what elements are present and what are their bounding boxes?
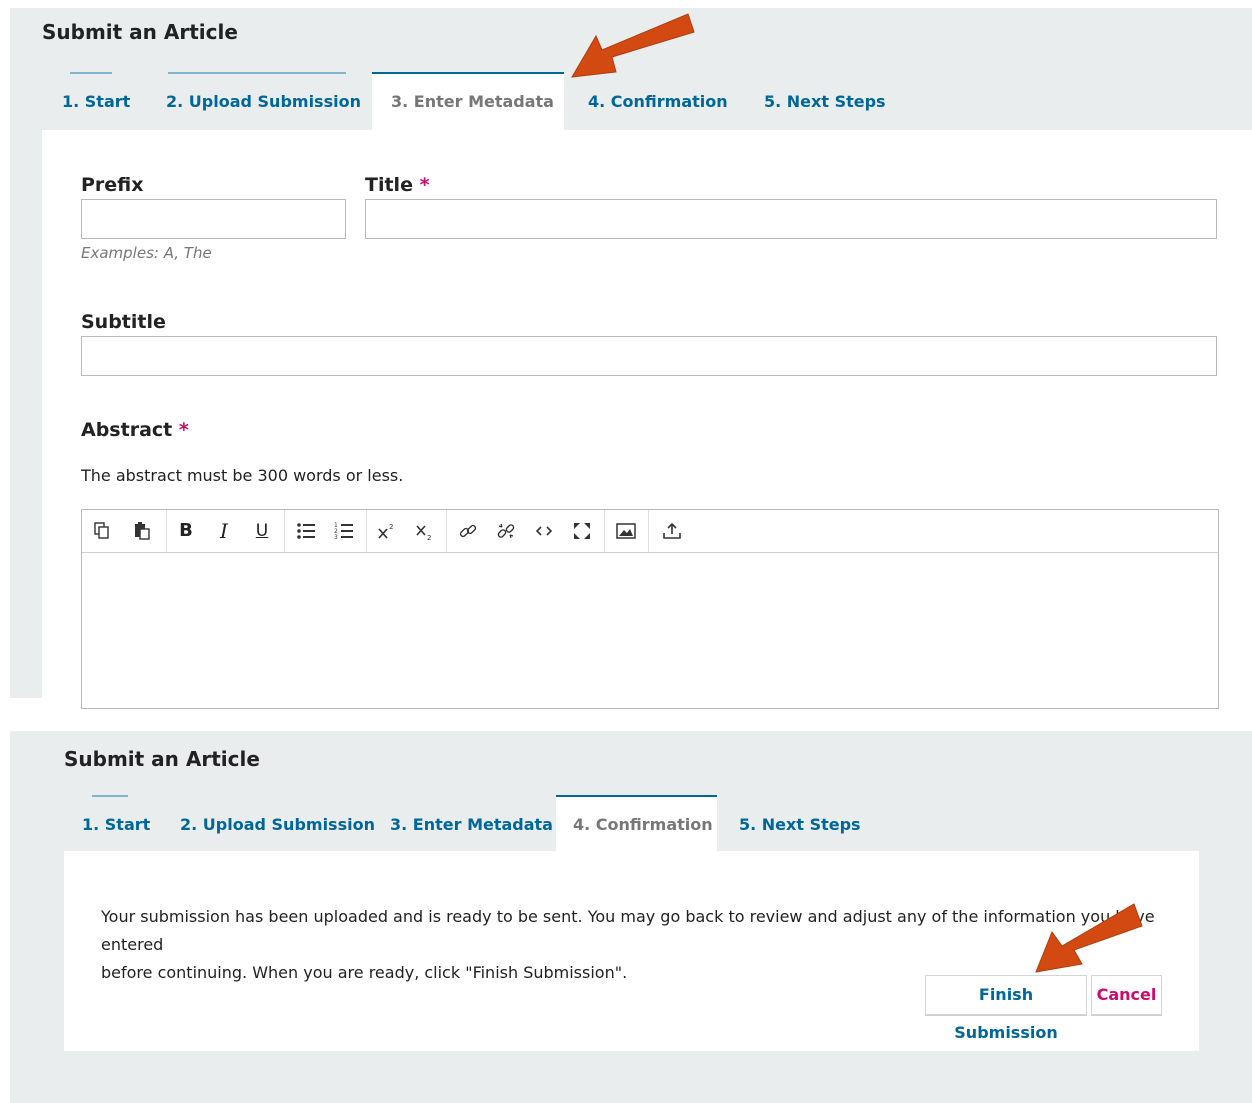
tab-label: 3. Enter Metadata (390, 815, 553, 834)
numbered-list-icon[interactable]: 123 (332, 519, 356, 543)
prefix-hint: Examples: A, The (81, 244, 212, 262)
tab-progress-bar (70, 72, 112, 74)
pointer-arrow-icon (571, 13, 695, 78)
toolbar-group-script: 2 2 (366, 510, 447, 552)
code-icon[interactable] (532, 519, 556, 543)
svg-text:2: 2 (389, 523, 393, 531)
fullscreen-icon[interactable] (570, 519, 594, 543)
tab-label: 3. Enter Metadata (391, 92, 554, 111)
tab-upload-submission[interactable]: 2. Upload Submission (164, 795, 375, 853)
required-mark: * (178, 419, 189, 441)
title-label: Title * (365, 174, 430, 196)
page-heading: Submit an Article (42, 20, 238, 44)
underline-icon[interactable]: U (250, 519, 274, 543)
prefix-label: Prefix (81, 174, 144, 196)
superscript-icon[interactable]: 2 (374, 519, 398, 543)
abstract-label: Abstract * (81, 419, 189, 441)
bullet-list-icon[interactable] (294, 519, 318, 543)
required-mark: * (419, 174, 430, 196)
tab-start[interactable]: 1. Start (42, 72, 142, 130)
abstract-description: The abstract must be 300 words or less. (81, 466, 404, 485)
tab-progress-bar (168, 72, 346, 74)
tab-label: 5. Next Steps (739, 815, 861, 834)
tab-progress-bar (92, 795, 128, 797)
upload-icon[interactable] (660, 519, 684, 543)
copy-icon[interactable] (90, 519, 114, 543)
tab-start[interactable]: 1. Start (64, 795, 158, 853)
abstract-editor[interactable]: B I U 123 2 2 (81, 509, 1219, 709)
toolbar-group-clipboard (82, 510, 167, 552)
editor-toolbar: B I U 123 2 2 (82, 510, 1218, 553)
link-icon[interactable] (456, 519, 480, 543)
tab-label: 4. Confirmation (588, 92, 728, 111)
tab-label: 1. Start (82, 815, 151, 834)
tab-upload-submission[interactable]: 2. Upload Submission (148, 72, 378, 130)
svg-text:2: 2 (427, 534, 431, 541)
tab-enter-metadata[interactable]: 3. Enter Metadata (372, 795, 553, 853)
unlink-icon[interactable] (494, 519, 518, 543)
pointer-arrow-icon (1035, 903, 1143, 973)
tab-label: 2. Upload Submission (180, 815, 375, 834)
title-label-text: Title (365, 174, 413, 196)
toolbar-group-links (446, 510, 605, 552)
prefix-input[interactable] (81, 199, 346, 239)
paste-icon[interactable] (130, 519, 154, 543)
subtitle-input[interactable] (81, 336, 1217, 376)
svg-text:3: 3 (334, 534, 338, 541)
abstract-label-text: Abstract (81, 419, 173, 441)
step-tabs: 1. Start 2. Upload Submission 3. Enter M… (64, 795, 1214, 855)
toolbar-group-media (604, 510, 649, 552)
tab-confirmation[interactable]: 4. Confirmation (556, 795, 717, 853)
image-icon[interactable] (614, 519, 638, 543)
toolbar-group-lists: 123 (284, 510, 367, 552)
tab-label: 5. Next Steps (764, 92, 886, 111)
finish-submission-button[interactable]: Finish Submission (925, 975, 1087, 1042)
cancel-button[interactable]: Cancel (1091, 975, 1162, 1015)
subtitle-label: Subtitle (81, 311, 166, 333)
tab-next-steps[interactable]: 5. Next Steps (722, 795, 872, 853)
page-heading: Submit an Article (64, 747, 260, 771)
tab-enter-metadata[interactable]: 3. Enter Metadata (372, 72, 564, 130)
tab-next-steps[interactable]: 5. Next Steps (748, 72, 898, 130)
metadata-step-screen: Submit an Article 1. Start 2. Upload Sub… (10, 8, 1252, 709)
tab-label: 4. Confirmation (573, 815, 713, 834)
toolbar-group-format: B I U (166, 510, 285, 552)
tab-label: 1. Start (62, 92, 131, 111)
metadata-form: Prefix Examples: A, The Title * Subtitle… (42, 130, 1252, 709)
title-input[interactable] (365, 199, 1217, 239)
bold-icon[interactable]: B (174, 519, 198, 543)
italic-icon[interactable]: I (212, 519, 236, 543)
tab-label: 2. Upload Submission (166, 92, 361, 111)
subscript-icon[interactable]: 2 (412, 519, 436, 543)
